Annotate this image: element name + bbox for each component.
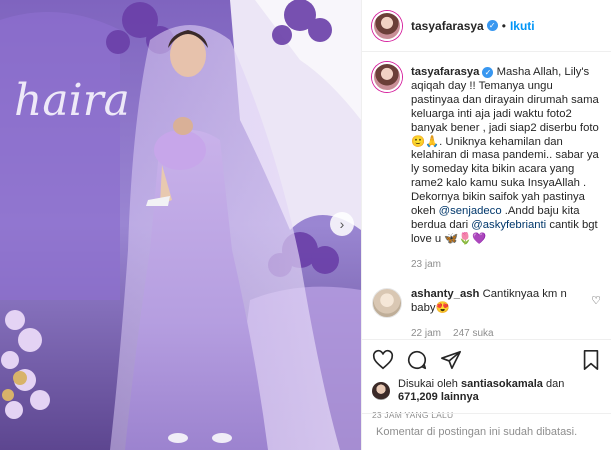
header-separator: • xyxy=(501,18,506,33)
avatar[interactable] xyxy=(372,10,402,41)
likes-count[interactable]: 671,209 xyxy=(398,391,438,403)
likes-middle: dan xyxy=(542,378,565,390)
comment-like-heart-icon[interactable]: ♡ xyxy=(591,294,601,307)
caption-row: tasyafarasya ✓ Masha Allah, Lily's aqiqah… xyxy=(372,62,601,270)
comment-row: ashanty_ash Cantiknyaa km n baby😍 22 jam… xyxy=(372,287,601,339)
verified-icon: ✓ xyxy=(486,20,498,31)
mention-link[interactable]: @senjadeco xyxy=(439,205,502,217)
comment-text: ashanty_ash Cantiknyaa km n baby😍 xyxy=(411,288,581,316)
likes-summary: Disukai oleh santiasokamala dan 671,209 … xyxy=(372,378,602,404)
comment-meta: 22 jam 247 suka xyxy=(411,328,581,339)
likes-suffix[interactable]: lainnya xyxy=(438,391,479,403)
comments-disabled-notice: Komentar di postingan ini sudah dibatasi… xyxy=(362,413,611,450)
comment-time: 22 jam xyxy=(411,327,442,339)
verified-icon: ✓ xyxy=(482,67,494,79)
liker-avatar[interactable] xyxy=(372,382,390,400)
caption-time: 23 jam xyxy=(411,258,442,270)
caption-meta: 23 jam xyxy=(411,259,599,270)
likes-prefix: Disukai oleh xyxy=(398,378,461,390)
photo-illustration: haira xyxy=(0,0,361,450)
chevron-right-icon: › xyxy=(339,216,345,232)
bookmark-icon[interactable] xyxy=(580,349,602,371)
post-sidebar: tasyafarasya ✓ • Ikuti tasyafarasya ✓ Mas… xyxy=(361,0,611,450)
caption-username[interactable]: tasyafarasya xyxy=(411,66,479,78)
backdrop-text: haira xyxy=(14,75,130,126)
comment-likes[interactable]: 247 suka xyxy=(453,328,494,339)
follow-button[interactable]: Ikuti xyxy=(510,19,535,33)
action-bar: Disukai oleh santiasokamala dan 671,209 … xyxy=(362,339,611,420)
likes-text[interactable]: Disukai oleh santiasokamala dan 671,209 … xyxy=(398,378,564,404)
comment-icon[interactable] xyxy=(406,349,428,371)
header-username[interactable]: tasyafarasya xyxy=(411,19,484,33)
commenter-username[interactable]: ashanty_ash xyxy=(411,288,479,300)
caption-avatar[interactable] xyxy=(372,62,402,92)
caption-text: tasyafarasya ✓ Masha Allah, Lily's aqiqah… xyxy=(411,66,599,247)
post-header: tasyafarasya ✓ • Ikuti xyxy=(362,0,611,52)
mention-link[interactable]: @askyfebrianti xyxy=(471,219,546,231)
commenter-avatar[interactable] xyxy=(372,287,402,318)
comments-section[interactable]: tasyafarasya ✓ Masha Allah, Lily's aqiqah… xyxy=(362,52,611,339)
liker-username[interactable]: santiasokamala xyxy=(461,378,543,390)
post-photo[interactable]: haira › xyxy=(0,0,361,450)
heart-icon[interactable] xyxy=(372,349,394,371)
share-icon[interactable] xyxy=(440,349,462,371)
carousel-next-button[interactable]: › xyxy=(330,212,354,236)
caption-part: Masha Allah, Lily's aqiqah day !! Temany… xyxy=(411,66,602,218)
